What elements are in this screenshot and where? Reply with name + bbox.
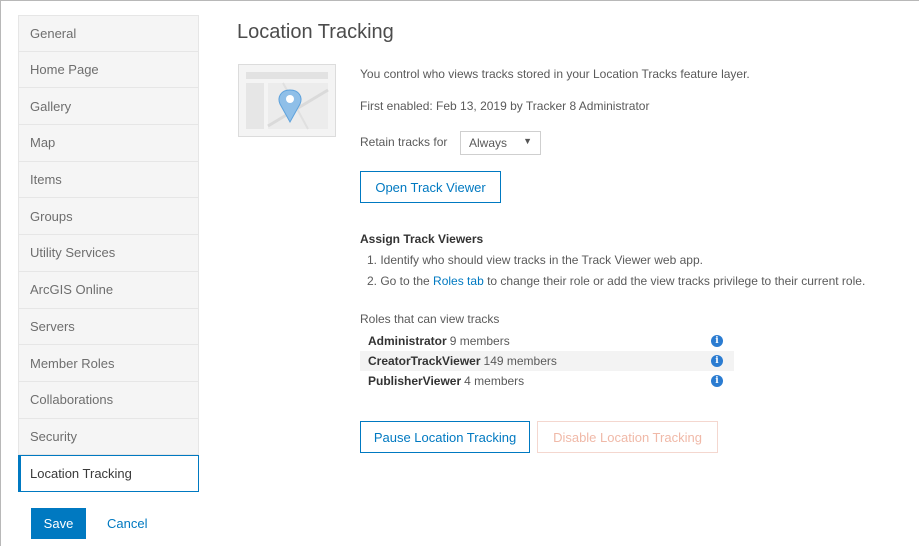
sidebar-item-utility-services[interactable]: Utility Services xyxy=(18,235,199,272)
assign-step-2: 2. Go to the Roles tab to change their r… xyxy=(367,274,865,288)
retain-label: Retain tracks for xyxy=(360,135,448,149)
retain-tracks-select[interactable]: Always ▼ xyxy=(460,131,541,155)
roles-list: Administrator 9 members i CreatorTrackVi… xyxy=(360,331,734,391)
sidebar-item-map[interactable]: Map xyxy=(18,125,199,162)
list-item: CreatorTrackViewer 149 members i xyxy=(360,351,734,371)
sidebar-item-member-roles[interactable]: Member Roles xyxy=(18,345,199,382)
sidebar-item-location-tracking[interactable]: Location Tracking xyxy=(18,455,199,492)
roles-tab-link[interactable]: Roles tab xyxy=(433,274,484,288)
sidebar-item-servers[interactable]: Servers xyxy=(18,308,199,346)
page-title: Location Tracking xyxy=(237,21,394,43)
assign-step-1: 1. Identify who should view tracks in th… xyxy=(367,253,703,267)
list-item: Administrator 9 members i xyxy=(360,331,734,351)
assign-track-viewers-heading: Assign Track Viewers xyxy=(360,232,484,246)
chevron-down-icon: ▼ xyxy=(523,136,532,146)
sidebar-item-items[interactable]: Items xyxy=(18,161,199,199)
info-icon[interactable]: i xyxy=(711,335,723,347)
first-enabled-text: First enabled: Feb 13, 2019 by Tracker 8… xyxy=(360,99,650,113)
info-icon[interactable]: i xyxy=(711,355,723,367)
role-members: 4 members xyxy=(464,374,525,388)
step-2-prefix: 2. Go to the xyxy=(367,274,434,288)
settings-sidebar: General Home Page Gallery Map Items Grou… xyxy=(18,15,199,492)
intro-text: You control who views tracks stored in y… xyxy=(360,67,750,81)
sidebar-item-collaborations[interactable]: Collaborations xyxy=(18,381,199,419)
role-name: Administrator xyxy=(368,334,447,348)
cancel-link[interactable]: Cancel xyxy=(107,516,147,531)
save-button[interactable]: Save xyxy=(31,508,86,539)
open-track-viewer-button[interactable]: Open Track Viewer xyxy=(360,171,501,203)
sidebar-item-security[interactable]: Security xyxy=(18,418,199,456)
sidebar-item-general[interactable]: General xyxy=(18,15,199,52)
retain-selected-value: Always xyxy=(469,136,508,150)
role-name: PublisherViewer xyxy=(368,374,462,388)
role-members: 9 members xyxy=(449,334,510,348)
sidebar-item-groups[interactable]: Groups xyxy=(18,198,199,236)
disable-location-tracking-button: Disable Location Tracking xyxy=(537,421,718,453)
list-item: PublisherViewer 4 members i xyxy=(360,371,734,391)
info-icon[interactable]: i xyxy=(711,375,723,387)
sidebar-item-gallery[interactable]: Gallery xyxy=(18,88,199,126)
sidebar-item-arcgis-online[interactable]: ArcGIS Online xyxy=(18,271,199,309)
role-name: CreatorTrackViewer xyxy=(368,354,481,368)
pause-location-tracking-button[interactable]: Pause Location Tracking xyxy=(360,421,530,453)
role-members: 149 members xyxy=(483,354,557,368)
sidebar-item-home-page[interactable]: Home Page xyxy=(18,51,199,89)
map-thumbnail-icon xyxy=(238,64,336,137)
step-2-suffix: to change their role or add the view tra… xyxy=(483,274,866,288)
roles-heading: Roles that can view tracks xyxy=(360,312,500,326)
